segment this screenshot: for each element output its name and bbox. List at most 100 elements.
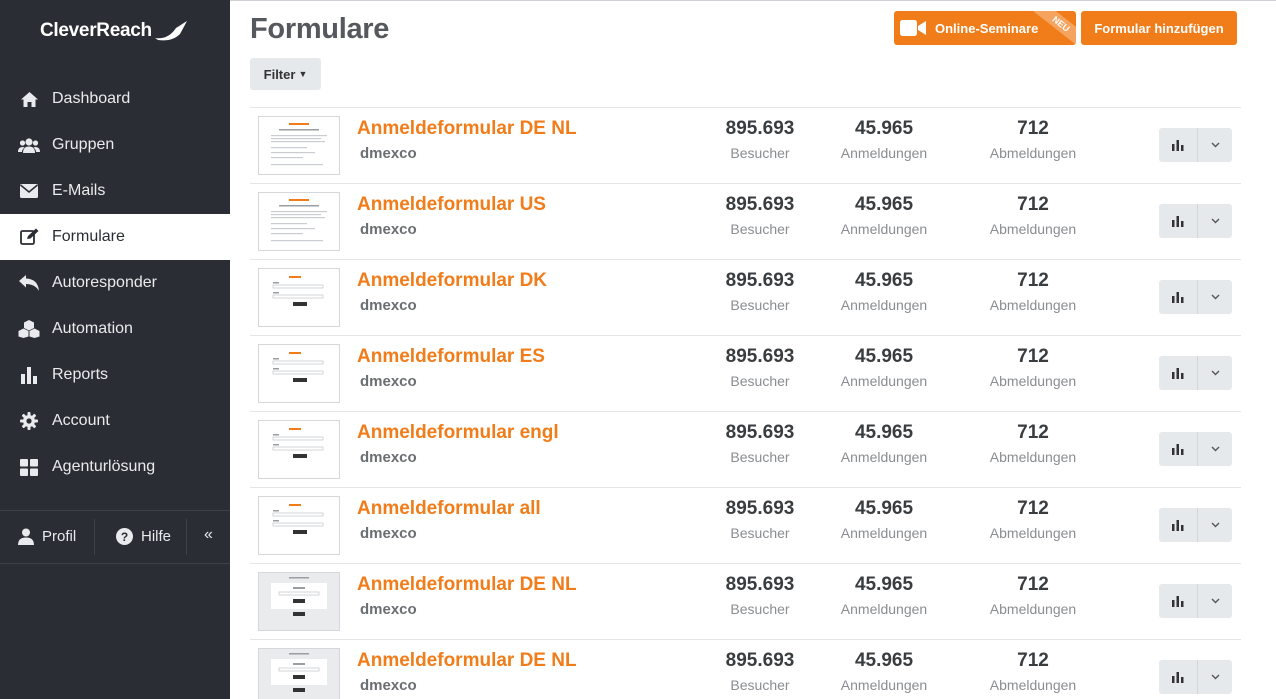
sidebar-item-label: Reports bbox=[52, 366, 109, 383]
stats-button[interactable] bbox=[1159, 280, 1197, 314]
form-thumbnail[interactable] bbox=[258, 268, 340, 327]
bar-chart-icon bbox=[1172, 215, 1184, 227]
form-thumbnail[interactable] bbox=[258, 572, 340, 631]
chevron-down-icon bbox=[1211, 142, 1219, 148]
sidebar-item-gruppen[interactable]: Gruppen bbox=[0, 122, 230, 168]
form-name-link[interactable]: Anmeldeformular all bbox=[357, 498, 541, 520]
stat-visitors: 895.693 Besucher bbox=[710, 422, 810, 465]
collapse-sidebar-button[interactable]: « bbox=[204, 526, 213, 544]
stat-unsubs-value: 712 bbox=[1017, 194, 1049, 215]
stat-visitors-label: Besucher bbox=[730, 373, 790, 389]
chevron-down-icon bbox=[1211, 674, 1219, 680]
stat-visitors: 895.693 Besucher bbox=[710, 194, 810, 237]
form-owner: dmexco bbox=[360, 297, 417, 314]
stat-visitors-value: 895.693 bbox=[725, 574, 795, 595]
page-title: Formulare bbox=[250, 13, 390, 45]
row-menu-button[interactable] bbox=[1197, 204, 1232, 238]
stat-signups-label: Anmeldungen bbox=[840, 601, 928, 617]
form-owner: dmexco bbox=[360, 221, 417, 238]
stat-unsubs: 712 Abmeldungen bbox=[983, 346, 1083, 389]
online-seminare-label: Online-Seminare bbox=[935, 20, 1039, 36]
stat-unsubs: 712 Abmeldungen bbox=[983, 498, 1083, 541]
form-row: Anmeldeformular DK dmexco 895.693 Besuch… bbox=[250, 259, 1241, 335]
chevron-down-icon bbox=[1211, 446, 1219, 452]
form-name-link[interactable]: Anmeldeformular DK bbox=[357, 270, 547, 292]
sidebar-item-emails[interactable]: E-Mails bbox=[0, 168, 230, 214]
form-name-link[interactable]: Anmeldeformular DE NL bbox=[357, 574, 577, 596]
row-menu-button[interactable] bbox=[1197, 584, 1232, 618]
sidebar-item-dashboard[interactable]: Dashboard bbox=[0, 76, 230, 122]
chevron-down-icon bbox=[1211, 218, 1219, 224]
form-thumbnail[interactable] bbox=[258, 116, 340, 175]
add-form-button[interactable]: Formular hinzufügen bbox=[1081, 11, 1237, 45]
sidebar-item-label: E-Mails bbox=[52, 182, 106, 199]
filter-button[interactable]: Filter ▼ bbox=[250, 58, 321, 90]
sidebar-item-formulare[interactable]: Formulare bbox=[0, 214, 230, 260]
profile-link[interactable]: Profil bbox=[18, 528, 76, 545]
form-thumbnail[interactable] bbox=[258, 192, 340, 251]
row-actions bbox=[1159, 508, 1233, 542]
row-menu-button[interactable] bbox=[1197, 660, 1232, 694]
form-name-link[interactable]: Anmeldeformular ES bbox=[357, 346, 545, 368]
stat-signups: 45.965 Anmeldungen bbox=[834, 574, 934, 617]
stat-visitors-value: 895.693 bbox=[725, 270, 795, 291]
stat-signups-label: Anmeldungen bbox=[840, 145, 928, 161]
logo-text: CleverReach bbox=[40, 20, 152, 41]
stat-signups-value: 45.965 bbox=[854, 194, 914, 215]
sidebar-item-account[interactable]: Account bbox=[0, 398, 230, 444]
row-menu-button[interactable] bbox=[1197, 356, 1232, 390]
divider bbox=[94, 519, 95, 555]
row-actions bbox=[1159, 280, 1233, 314]
filter-label: Filter bbox=[263, 66, 296, 82]
form-thumbnail[interactable] bbox=[258, 648, 340, 699]
stats-button[interactable] bbox=[1159, 584, 1197, 618]
profile-label: Profil bbox=[42, 528, 77, 545]
form-name-link[interactable]: Anmeldeformular DE NL bbox=[357, 650, 577, 672]
app: CleverReach Dashboard Gruppen E-Mails Fo… bbox=[0, 0, 1276, 699]
gear-icon bbox=[18, 411, 40, 431]
form-row: Anmeldeformular DE NL dmexco 895.693 Bes… bbox=[250, 639, 1241, 699]
stat-visitors-value: 895.693 bbox=[725, 498, 795, 519]
stats-button[interactable] bbox=[1159, 128, 1197, 162]
stats-button[interactable] bbox=[1159, 660, 1197, 694]
online-seminare-button[interactable]: Online-Seminare NEU bbox=[894, 11, 1076, 45]
home-icon bbox=[18, 89, 40, 109]
bar-chart-icon bbox=[1172, 367, 1184, 379]
stat-visitors-label: Besucher bbox=[730, 677, 790, 693]
stat-unsubs-label: Abmeldungen bbox=[989, 601, 1077, 617]
row-actions bbox=[1159, 432, 1233, 466]
stat-unsubs-value: 712 bbox=[1017, 650, 1049, 671]
sidebar-item-autoresponder[interactable]: Autoresponder bbox=[0, 260, 230, 306]
form-thumbnail[interactable] bbox=[258, 344, 340, 403]
sidebar-item-agenturloesung[interactable]: Agenturlösung bbox=[0, 444, 230, 490]
stats-button[interactable] bbox=[1159, 204, 1197, 238]
form-thumbnail[interactable] bbox=[258, 420, 340, 479]
form-row: Anmeldeformular all dmexco 895.693 Besuc… bbox=[250, 487, 1241, 563]
help-link[interactable]: ? Hilfe bbox=[116, 528, 171, 545]
form-list: Anmeldeformular DE NL dmexco 895.693 Bes… bbox=[250, 107, 1241, 699]
stat-visitors-label: Besucher bbox=[730, 601, 790, 617]
sidebar-footer: Profil ? Hilfe « bbox=[0, 510, 230, 564]
stats-button[interactable] bbox=[1159, 508, 1197, 542]
form-row: Anmeldeformular DE NL dmexco 895.693 Bes… bbox=[250, 107, 1241, 183]
stats-button[interactable] bbox=[1159, 432, 1197, 466]
stat-signups: 45.965 Anmeldungen bbox=[834, 650, 934, 693]
sidebar-item-automation[interactable]: Automation bbox=[0, 306, 230, 352]
sidebar-item-label: Autoresponder bbox=[52, 274, 157, 291]
form-thumbnail[interactable] bbox=[258, 496, 340, 555]
form-row: Anmeldeformular US dmexco 895.693 Besuch… bbox=[250, 183, 1241, 259]
logo[interactable]: CleverReach bbox=[40, 14, 188, 48]
row-menu-button[interactable] bbox=[1197, 432, 1232, 466]
form-name-link[interactable]: Anmeldeformular DE NL bbox=[357, 118, 577, 140]
sidebar-item-reports[interactable]: Reports bbox=[0, 352, 230, 398]
stats-button[interactable] bbox=[1159, 356, 1197, 390]
bar-chart-icon bbox=[1172, 291, 1184, 303]
row-actions bbox=[1159, 128, 1233, 162]
form-name-link[interactable]: Anmeldeformular US bbox=[357, 194, 546, 216]
form-name-link[interactable]: Anmeldeformular engl bbox=[357, 422, 559, 444]
row-menu-button[interactable] bbox=[1197, 280, 1232, 314]
row-menu-button[interactable] bbox=[1197, 128, 1232, 162]
stat-unsubs: 712 Abmeldungen bbox=[983, 650, 1083, 693]
row-menu-button[interactable] bbox=[1197, 508, 1232, 542]
stat-unsubs-label: Abmeldungen bbox=[989, 525, 1077, 541]
